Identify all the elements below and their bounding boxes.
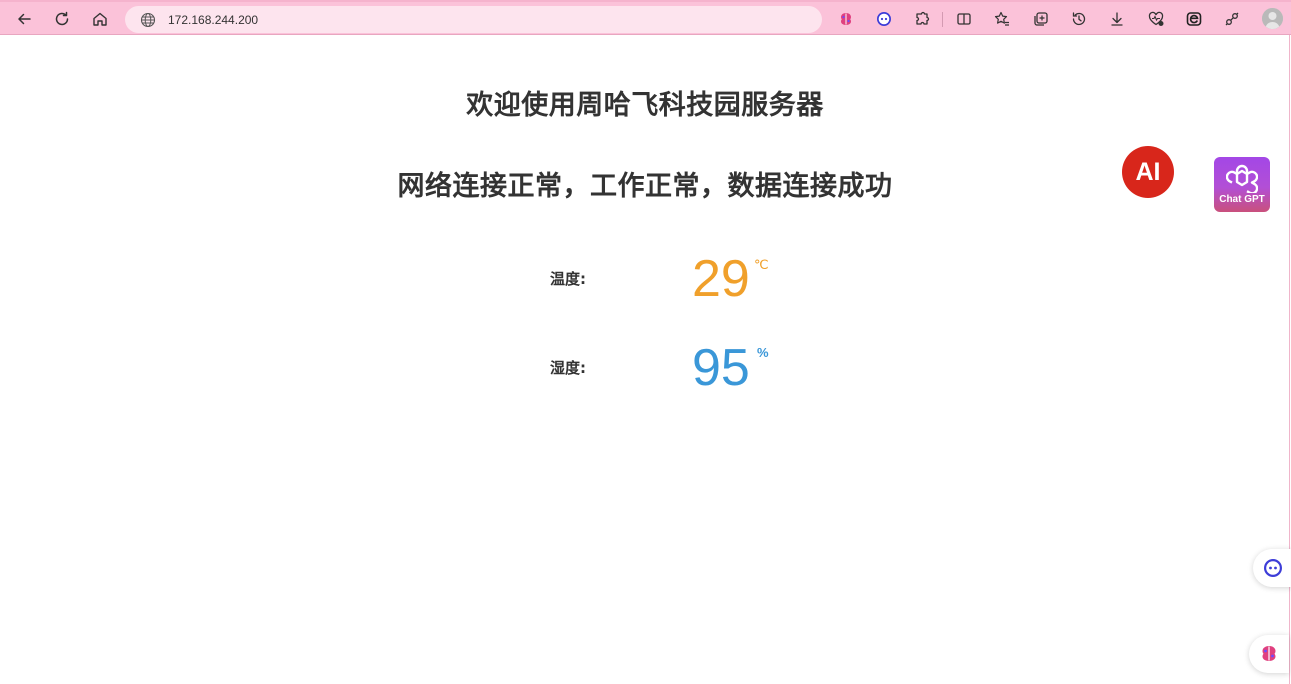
back-icon[interactable] bbox=[10, 6, 38, 32]
page-content: 欢迎使用周哈飞科技园服务器 网络连接正常，工作正常，数据连接成功 温度: 29 … bbox=[0, 35, 1291, 684]
history-icon[interactable] bbox=[1065, 6, 1093, 32]
temperature-label: 温度: bbox=[550, 270, 586, 288]
collections-icon[interactable] bbox=[1027, 6, 1055, 32]
edge-e-icon[interactable] bbox=[1180, 6, 1208, 32]
copilot-face-icon bbox=[1264, 559, 1282, 577]
share-icon[interactable] bbox=[1218, 6, 1246, 32]
brain-icon bbox=[1262, 646, 1276, 661]
chatgpt-button[interactable]: Chat GPT bbox=[1214, 157, 1270, 212]
copilot-face-icon[interactable] bbox=[870, 6, 898, 32]
globe-icon bbox=[140, 12, 156, 27]
brain-extension-icon[interactable] bbox=[832, 6, 860, 32]
copilot-float-button[interactable] bbox=[1253, 549, 1291, 587]
humidity-label: 湿度: bbox=[550, 359, 586, 377]
brain-float-button[interactable] bbox=[1249, 635, 1289, 673]
split-screen-icon[interactable] bbox=[950, 6, 978, 32]
profile-avatar[interactable] bbox=[1262, 8, 1283, 29]
refresh-icon[interactable] bbox=[48, 6, 76, 32]
temperature-value: 29 bbox=[692, 250, 750, 308]
chatgpt-logo-icon bbox=[1226, 164, 1258, 193]
download-icon[interactable] bbox=[1103, 6, 1131, 32]
address-bar[interactable]: 172.168.244.200 bbox=[125, 6, 822, 33]
toolbar-separator bbox=[942, 12, 943, 27]
status-message: 网络连接正常，工作正常，数据连接成功 bbox=[397, 171, 893, 202]
home-icon[interactable] bbox=[86, 6, 114, 32]
humidity-value: 95 bbox=[692, 339, 750, 397]
chatgpt-label: Chat GPT bbox=[1219, 194, 1265, 205]
humidity-unit: % bbox=[757, 345, 769, 360]
browser-toolbar: 172.168.244.200 bbox=[0, 0, 1291, 35]
ai-assistant-button[interactable]: AI bbox=[1122, 146, 1174, 198]
url-text: 172.168.244.200 bbox=[168, 12, 259, 27]
performance-heart-icon[interactable] bbox=[1142, 6, 1170, 32]
page-title: 欢迎使用周哈飞科技园服务器 bbox=[466, 90, 824, 121]
temperature-unit: ℃ bbox=[754, 257, 769, 272]
favorites-star-icon[interactable] bbox=[988, 6, 1016, 32]
extensions-puzzle-icon[interactable] bbox=[908, 6, 936, 32]
